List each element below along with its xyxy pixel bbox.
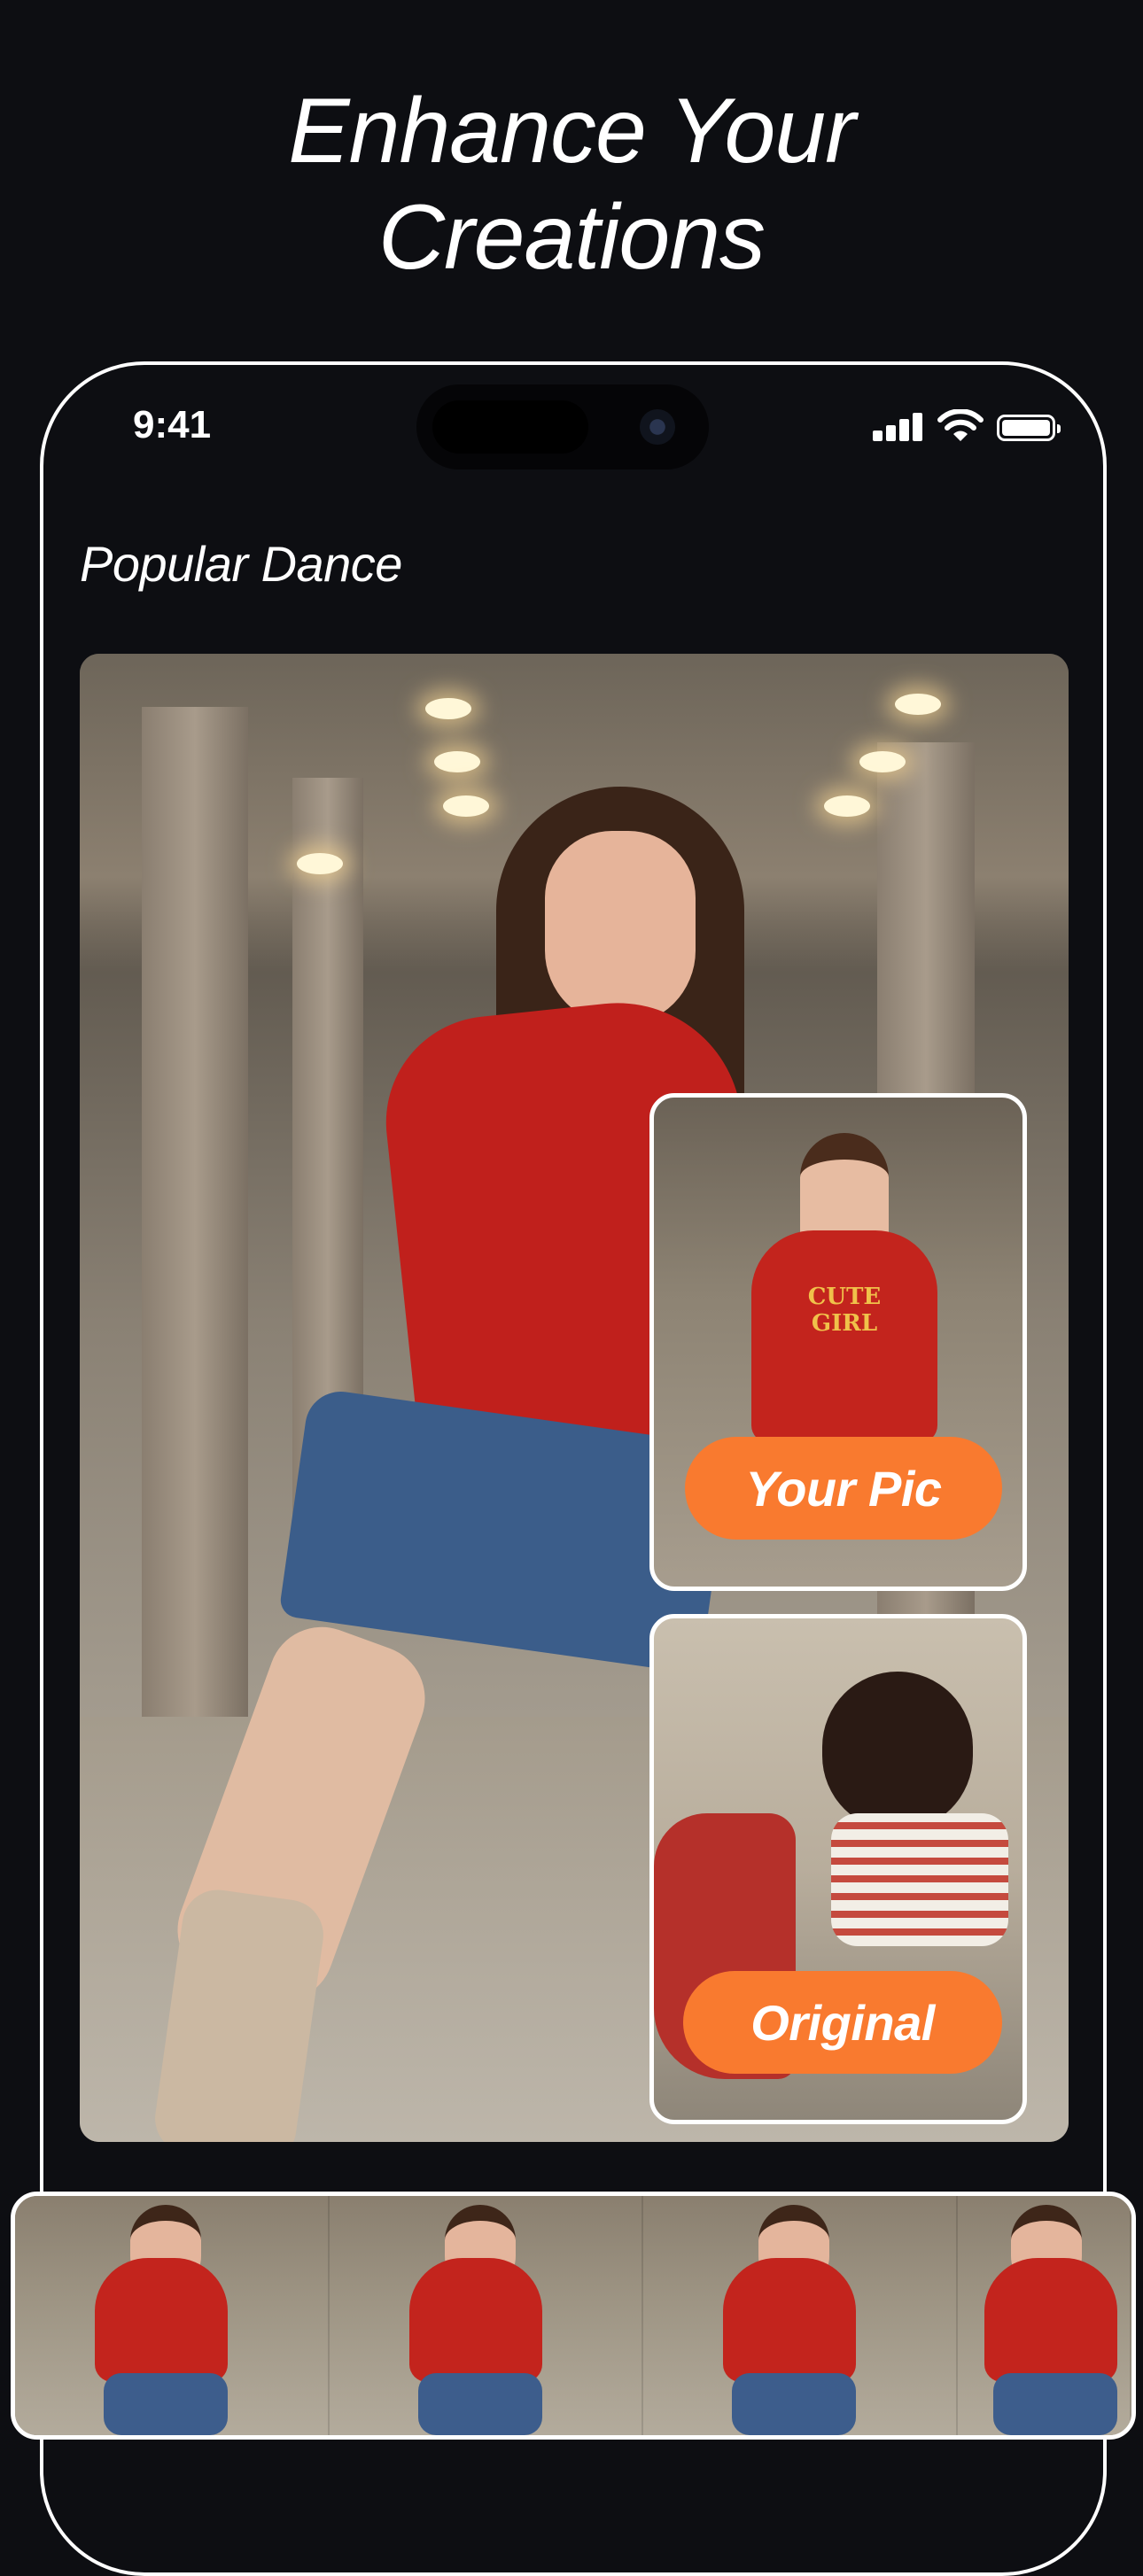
camera-icon bbox=[640, 409, 675, 445]
dynamic-island bbox=[416, 384, 709, 469]
filmstrip-frame[interactable] bbox=[958, 2196, 1131, 2435]
headline-line-2: Creations bbox=[377, 186, 766, 289]
promo-headline: Enhance Your Creations bbox=[0, 78, 1143, 291]
video-filmstrip[interactable] bbox=[11, 2192, 1136, 2440]
cellular-signal-icon bbox=[873, 409, 926, 445]
your-pic-label[interactable]: Your Pic bbox=[685, 1437, 1002, 1540]
wifi-icon bbox=[937, 409, 984, 441]
original-label[interactable]: Original bbox=[683, 1971, 1002, 2074]
status-icons bbox=[873, 409, 1068, 448]
section-title: Popular Dance bbox=[80, 536, 402, 592]
shirt-print-text: CUTE GIRL bbox=[807, 1284, 882, 1337]
battery-icon bbox=[997, 415, 1061, 441]
filmstrip-frame[interactable] bbox=[329, 2196, 644, 2435]
headline-line-1: Enhance Your bbox=[288, 80, 856, 182]
island-pill bbox=[432, 400, 588, 454]
filmstrip-frame[interactable] bbox=[15, 2196, 330, 2435]
status-time: 9:41 bbox=[133, 403, 212, 446]
filmstrip-frame[interactable] bbox=[643, 2196, 959, 2435]
